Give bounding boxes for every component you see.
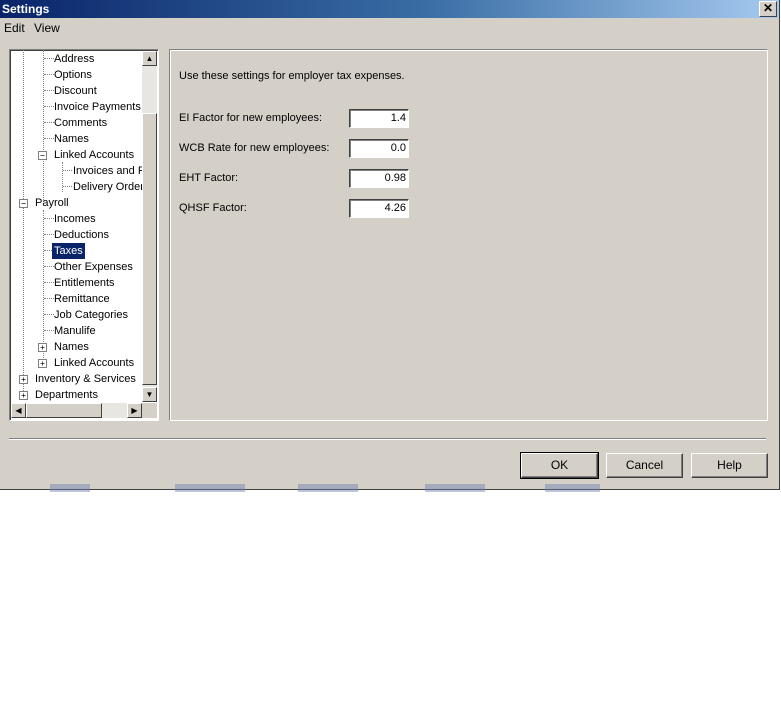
tree-connector bbox=[44, 314, 54, 315]
tree-item-taxes[interactable]: Taxes bbox=[52, 243, 85, 259]
tree-connector bbox=[23, 50, 24, 395]
tree-item-invoice-payments[interactable]: Invoice Payments bbox=[54, 99, 141, 115]
ei-factor-label: EI Factor for new employees: bbox=[179, 112, 323, 124]
close-icon: ✕ bbox=[762, 1, 774, 15]
menu-bar: Edit View bbox=[0, 18, 779, 38]
settings-window: Settings ✕ Edit View Address Options Dis… bbox=[0, 0, 780, 490]
tree-connector bbox=[44, 58, 54, 59]
scroll-up-arrow-icon[interactable]: ▲ bbox=[142, 51, 157, 66]
tree-item-other-expenses[interactable]: Other Expenses bbox=[54, 259, 133, 275]
tree-connector bbox=[44, 298, 54, 299]
footer-divider bbox=[9, 438, 766, 440]
tree-item-payroll-names[interactable]: Names bbox=[54, 339, 89, 355]
window-title: Settings bbox=[2, 2, 50, 16]
tree-connector bbox=[44, 90, 54, 91]
panel-description: Use these settings for employer tax expe… bbox=[179, 70, 405, 82]
settings-tree[interactable]: Address Options Discount Invoice Payment… bbox=[9, 49, 159, 421]
tree-item-delivery-order[interactable]: Delivery Order bbox=[73, 179, 144, 195]
tree-connector bbox=[44, 282, 54, 283]
expand-icon[interactable]: + bbox=[38, 343, 47, 352]
vertical-scrollbar[interactable]: ▲ ▼ bbox=[142, 51, 157, 402]
ei-factor-input[interactable]: 1.4 bbox=[349, 109, 409, 128]
tree-item-deductions[interactable]: Deductions bbox=[54, 227, 109, 243]
expand-icon[interactable]: + bbox=[19, 391, 28, 400]
tree-connector bbox=[62, 162, 63, 192]
tree-item-departments[interactable]: Departments bbox=[35, 387, 98, 403]
tree-connector bbox=[44, 138, 54, 139]
expand-icon[interactable]: + bbox=[38, 359, 47, 368]
cancel-button[interactable]: Cancel bbox=[606, 453, 683, 478]
tree-item-options[interactable]: Options bbox=[54, 67, 92, 83]
tree-connector bbox=[63, 170, 72, 171]
title-bar[interactable]: Settings ✕ bbox=[0, 0, 779, 18]
tree-item-entitlements[interactable]: Entitlements bbox=[54, 275, 115, 291]
tree-item-linked-accounts[interactable]: Linked Accounts bbox=[54, 147, 134, 163]
tree-item-remittance[interactable]: Remittance bbox=[54, 291, 110, 307]
scrollbar-corner bbox=[142, 403, 157, 418]
scroll-right-arrow-icon[interactable]: ▶ bbox=[127, 403, 142, 418]
eht-factor-label: EHT Factor: bbox=[179, 172, 239, 184]
tree-connector bbox=[44, 122, 54, 123]
wcb-rate-label: WCB Rate for new employees: bbox=[179, 142, 330, 154]
qhsf-factor-input[interactable]: 4.26 bbox=[349, 199, 409, 218]
tree-connector bbox=[44, 74, 54, 75]
menu-view[interactable]: View bbox=[34, 21, 60, 35]
tree-item-names[interactable]: Names bbox=[54, 131, 89, 147]
tree-item-manulife[interactable]: Manulife bbox=[54, 323, 96, 339]
tree-item-comments[interactable]: Comments bbox=[54, 115, 107, 131]
tree-connector bbox=[44, 266, 54, 267]
horizontal-scroll-thumb[interactable] bbox=[26, 403, 102, 418]
ok-button[interactable]: OK bbox=[520, 452, 599, 479]
background-artifact bbox=[425, 484, 485, 492]
horizontal-scrollbar[interactable]: ◀ ▶ bbox=[11, 403, 142, 418]
tree-connector bbox=[43, 50, 44, 202]
menu-edit[interactable]: Edit bbox=[4, 21, 25, 35]
scroll-left-arrow-icon[interactable]: ◀ bbox=[11, 403, 26, 418]
tree-item-payroll[interactable]: Payroll bbox=[35, 195, 69, 211]
close-button[interactable]: ✕ bbox=[759, 1, 777, 17]
qhsf-factor-label: QHSF Factor: bbox=[179, 202, 247, 214]
tree-item-incomes[interactable]: Incomes bbox=[54, 211, 96, 227]
wcb-rate-input[interactable]: 0.0 bbox=[349, 139, 409, 158]
collapse-icon[interactable]: − bbox=[38, 151, 47, 160]
tree-item-discount[interactable]: Discount bbox=[54, 83, 97, 99]
collapse-icon[interactable]: − bbox=[19, 199, 28, 208]
tree-item-inventory-services[interactable]: Inventory & Services bbox=[35, 371, 136, 387]
background-artifact bbox=[298, 484, 358, 492]
vertical-scroll-thumb[interactable] bbox=[142, 113, 157, 385]
tree-item-invoices-and[interactable]: Invoices and F bbox=[73, 163, 145, 179]
eht-factor-input[interactable]: 0.98 bbox=[349, 169, 409, 188]
tree-connector bbox=[44, 106, 54, 107]
tree-connector bbox=[44, 218, 54, 219]
scroll-down-arrow-icon[interactable]: ▼ bbox=[142, 387, 157, 402]
background-artifact bbox=[50, 484, 90, 492]
background-artifact bbox=[175, 484, 245, 492]
expand-icon[interactable]: + bbox=[19, 375, 28, 384]
background-artifact bbox=[545, 484, 600, 492]
tree-item-payroll-linked-accounts[interactable]: Linked Accounts bbox=[54, 355, 134, 371]
tree-item-job-categories[interactable]: Job Categories bbox=[54, 307, 128, 323]
taxes-settings-panel bbox=[169, 49, 768, 421]
help-button[interactable]: Help bbox=[691, 453, 768, 478]
tree-item-address[interactable]: Address bbox=[54, 51, 94, 67]
tree-connector bbox=[44, 234, 54, 235]
tree-connector bbox=[63, 186, 72, 187]
tree-connector bbox=[44, 330, 54, 331]
